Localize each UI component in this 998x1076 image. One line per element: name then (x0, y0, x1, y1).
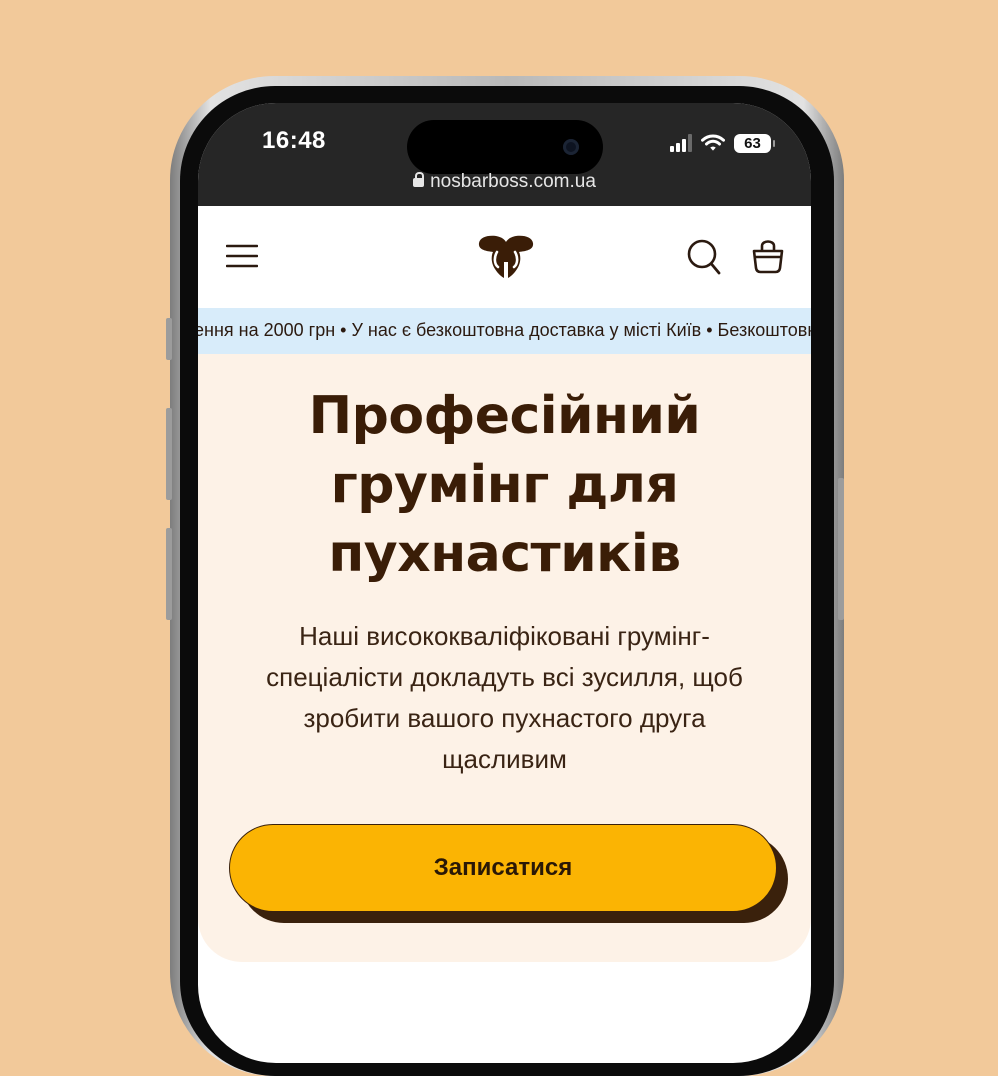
hero-subtitle: Наші висококваліфіковані грумінг- спеціа… (234, 616, 775, 780)
power-button (838, 478, 844, 620)
volume-down-button (166, 528, 172, 620)
shopping-bag-icon[interactable] (751, 236, 785, 274)
phone-screen: 16:48 63 nosbarboss.com.ua ення на 2000 … (198, 103, 811, 1063)
battery-level: 63 (744, 134, 761, 152)
status-bar: 16:48 63 nosbarboss.com.ua (198, 103, 811, 206)
book-appointment-button[interactable]: Записатися (229, 824, 777, 912)
hero-title-line: пухнастиків (328, 524, 681, 584)
battery-icon: 63 (734, 133, 775, 153)
hero-subtitle-line: спеціалісти докладуть всі зусилля, щоб (266, 662, 743, 692)
camera-icon (563, 139, 579, 155)
status-icons: 63 (670, 133, 775, 153)
hamburger-menu-icon[interactable] (226, 243, 258, 269)
volume-up-button (166, 408, 172, 500)
hero-title: Професійний грумінг для пухнастиків (198, 382, 811, 589)
cellular-signal-icon (670, 134, 692, 152)
url-text: nosbarboss.com.ua (430, 171, 596, 192)
status-time: 16:48 (262, 127, 326, 154)
hero-subtitle-line: зробити вашого пухнастого друга (303, 703, 706, 733)
lock-icon (413, 172, 425, 187)
search-icon[interactable] (686, 237, 722, 277)
announcement-ticker: ення на 2000 грн • У нас є безкоштовна д… (198, 308, 811, 354)
hero-section: Професійний грумінг для пухнастиків Наші… (198, 354, 811, 962)
wifi-icon (701, 134, 725, 151)
dynamic-island (407, 120, 603, 174)
address-bar[interactable]: nosbarboss.com.ua (198, 171, 811, 193)
dog-nose-logo-icon[interactable] (476, 233, 536, 281)
hero-title-line: Професійний (308, 386, 701, 446)
action-button (166, 318, 172, 360)
hero-title-line: грумінг для (330, 455, 679, 515)
hero-subtitle-line: Наші висококваліфіковані грумінг- (299, 621, 710, 651)
ticker-text: ення на 2000 грн • У нас є безкоштовна д… (198, 320, 811, 340)
hero-subtitle-line: щасливим (442, 744, 567, 774)
site-header (198, 206, 811, 308)
